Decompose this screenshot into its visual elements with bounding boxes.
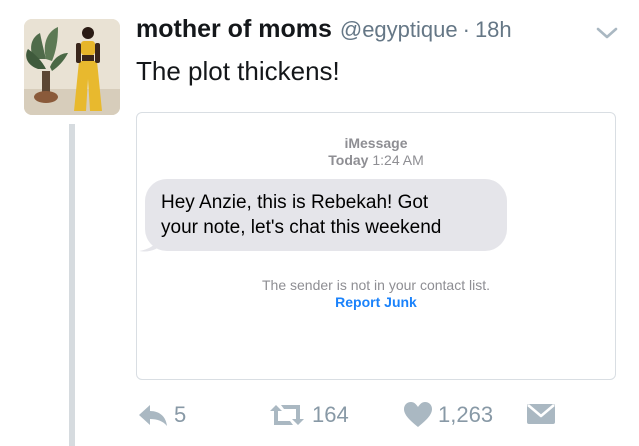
message-line: your note, let's chat this weekend [161,217,442,238]
retweet-button[interactable]: 164 [268,402,349,428]
envelope-icon [527,404,555,424]
direct-message-button[interactable] [526,402,556,426]
user-handle[interactable]: @egyptique [340,17,458,43]
retweet-count: 164 [312,402,349,427]
reply-button[interactable]: 5 [138,402,186,428]
tweet-text: The plot thickens! [136,56,340,86]
report-junk-link[interactable]: Report Junk [137,294,615,311]
avatar-photo [24,19,120,115]
retweet-icon [270,405,304,425]
unknown-sender-notice: The sender is not in your contact list. [262,277,490,293]
reply-count: 5 [174,402,187,427]
like-count: 1,263 [438,402,494,427]
separator-dot: · [462,17,470,42]
tweet-actions: 5 164 1,263 [136,402,576,438]
message-time: 1:24 AM [372,152,424,168]
screenshot-card[interactable]: iMessage Today 1:24 AM Hey Anzie, this i… [136,112,616,380]
chevron-down-icon[interactable] [596,26,618,40]
avatar[interactable] [24,19,120,115]
message-line: Hey Anzie, this is Rebekah! Got [161,192,429,213]
message-date: Today 1:24 AM [137,152,615,169]
service-label: iMessage [344,135,408,151]
tweet-header: mother of moms @egyptique · 18h [136,15,512,49]
thread-line [69,124,75,446]
tweet-timestamp[interactable]: 18h [475,17,512,43]
message-bubble: Hey Anzie, this is Rebekah! Got your not… [145,179,507,251]
display-name[interactable]: mother of moms [136,15,332,44]
imessage-header: iMessage Today 1:24 AM [137,135,615,169]
reply-icon [139,405,167,426]
date-label: Today [328,152,369,168]
like-button[interactable]: 1,263 [404,402,493,428]
heart-icon [404,402,432,427]
